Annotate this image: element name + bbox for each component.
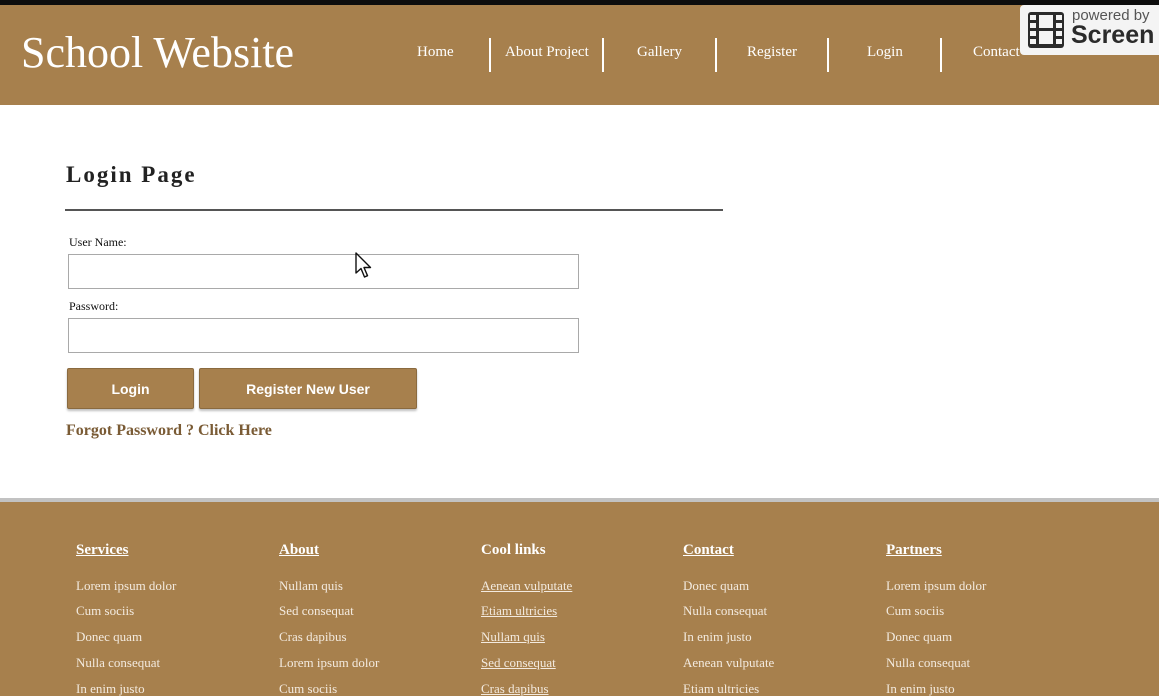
footer-link[interactable]: Nullam quis: [481, 629, 545, 645]
screencast-watermark: powered by Screen: [1020, 5, 1159, 55]
footer-heading-partners[interactable]: Partners: [886, 542, 942, 559]
footer-heading-services[interactable]: Services: [76, 542, 128, 559]
nav-separator: [827, 38, 829, 72]
footer-item: Donec quam: [683, 578, 750, 593]
mouse-pointer-icon: [355, 252, 372, 278]
footer-item: Nulla consequat: [76, 655, 161, 670]
nav-register-link[interactable]: Register: [747, 44, 797, 61]
login-button[interactable]: Login: [67, 368, 194, 409]
footer-link[interactable]: Etiam ultricies: [481, 603, 557, 619]
footer-link[interactable]: Cras dapibus: [481, 681, 549, 696]
password-label: Password:: [69, 299, 119, 313]
footer-item: Lorem ipsum dolor: [279, 655, 380, 670]
footer-item: Aenean vulputate: [683, 655, 775, 670]
footer-item: Lorem ipsum dolor: [76, 578, 177, 593]
footer-heading-cool-links: Cool links: [481, 542, 546, 558]
footer-link[interactable]: Sed consequat: [481, 655, 556, 671]
nav-gallery-link[interactable]: Gallery: [637, 44, 682, 61]
footer-item: In enim justo: [683, 629, 752, 644]
footer-item: Lorem ipsum dolor: [886, 578, 987, 593]
nav-separator: [489, 38, 491, 72]
watermark-brand-text: Screen: [1071, 21, 1155, 49]
footer-link[interactable]: Aenean vulputate: [481, 578, 572, 594]
forgot-password-link[interactable]: Forgot Password ? Click Here: [66, 422, 272, 440]
footer-item: Nulla consequat: [886, 655, 971, 670]
footer-heading-contact[interactable]: Contact: [683, 542, 734, 559]
site-footer: Services Lorem ipsum dolor Cum sociis Do…: [0, 502, 1159, 696]
footer-heading-about[interactable]: About: [279, 542, 319, 559]
nav-contact-link[interactable]: Contact: [973, 44, 1020, 61]
nav-about-project-link[interactable]: About Project: [505, 44, 589, 61]
nav-separator: [715, 38, 717, 72]
footer-item: Cum sociis: [279, 681, 338, 696]
site-title: School Website: [21, 28, 295, 77]
footer-item: Etiam ultricies: [683, 681, 760, 696]
footer-item: Sed consequat: [279, 603, 354, 618]
footer-item: Cum sociis: [886, 603, 945, 618]
nav-separator: [602, 38, 604, 72]
page-title: Login Page: [66, 162, 197, 187]
footer-item: Nulla consequat: [683, 603, 768, 618]
register-new-user-button[interactable]: Register New User: [199, 368, 417, 409]
footer-item: In enim justo: [886, 681, 955, 696]
footer-item: Donec quam: [886, 629, 953, 644]
username-label: User Name:: [69, 235, 127, 249]
footer-item: Nullam quis: [279, 578, 343, 593]
footer-item: In enim justo: [76, 681, 145, 696]
film-strip-icon: [1028, 12, 1064, 48]
nav-login-link[interactable]: Login: [867, 44, 903, 61]
footer-item: Cum sociis: [76, 603, 135, 618]
password-field[interactable]: [68, 318, 579, 353]
title-divider: [65, 209, 723, 211]
footer-item: Cras dapibus: [279, 629, 347, 644]
nav-home-link[interactable]: Home: [417, 44, 454, 61]
username-field[interactable]: [68, 254, 579, 289]
nav-separator: [940, 38, 942, 72]
footer-item: Donec quam: [76, 629, 143, 644]
site-header: School Website Home About Project Galler…: [0, 5, 1159, 105]
